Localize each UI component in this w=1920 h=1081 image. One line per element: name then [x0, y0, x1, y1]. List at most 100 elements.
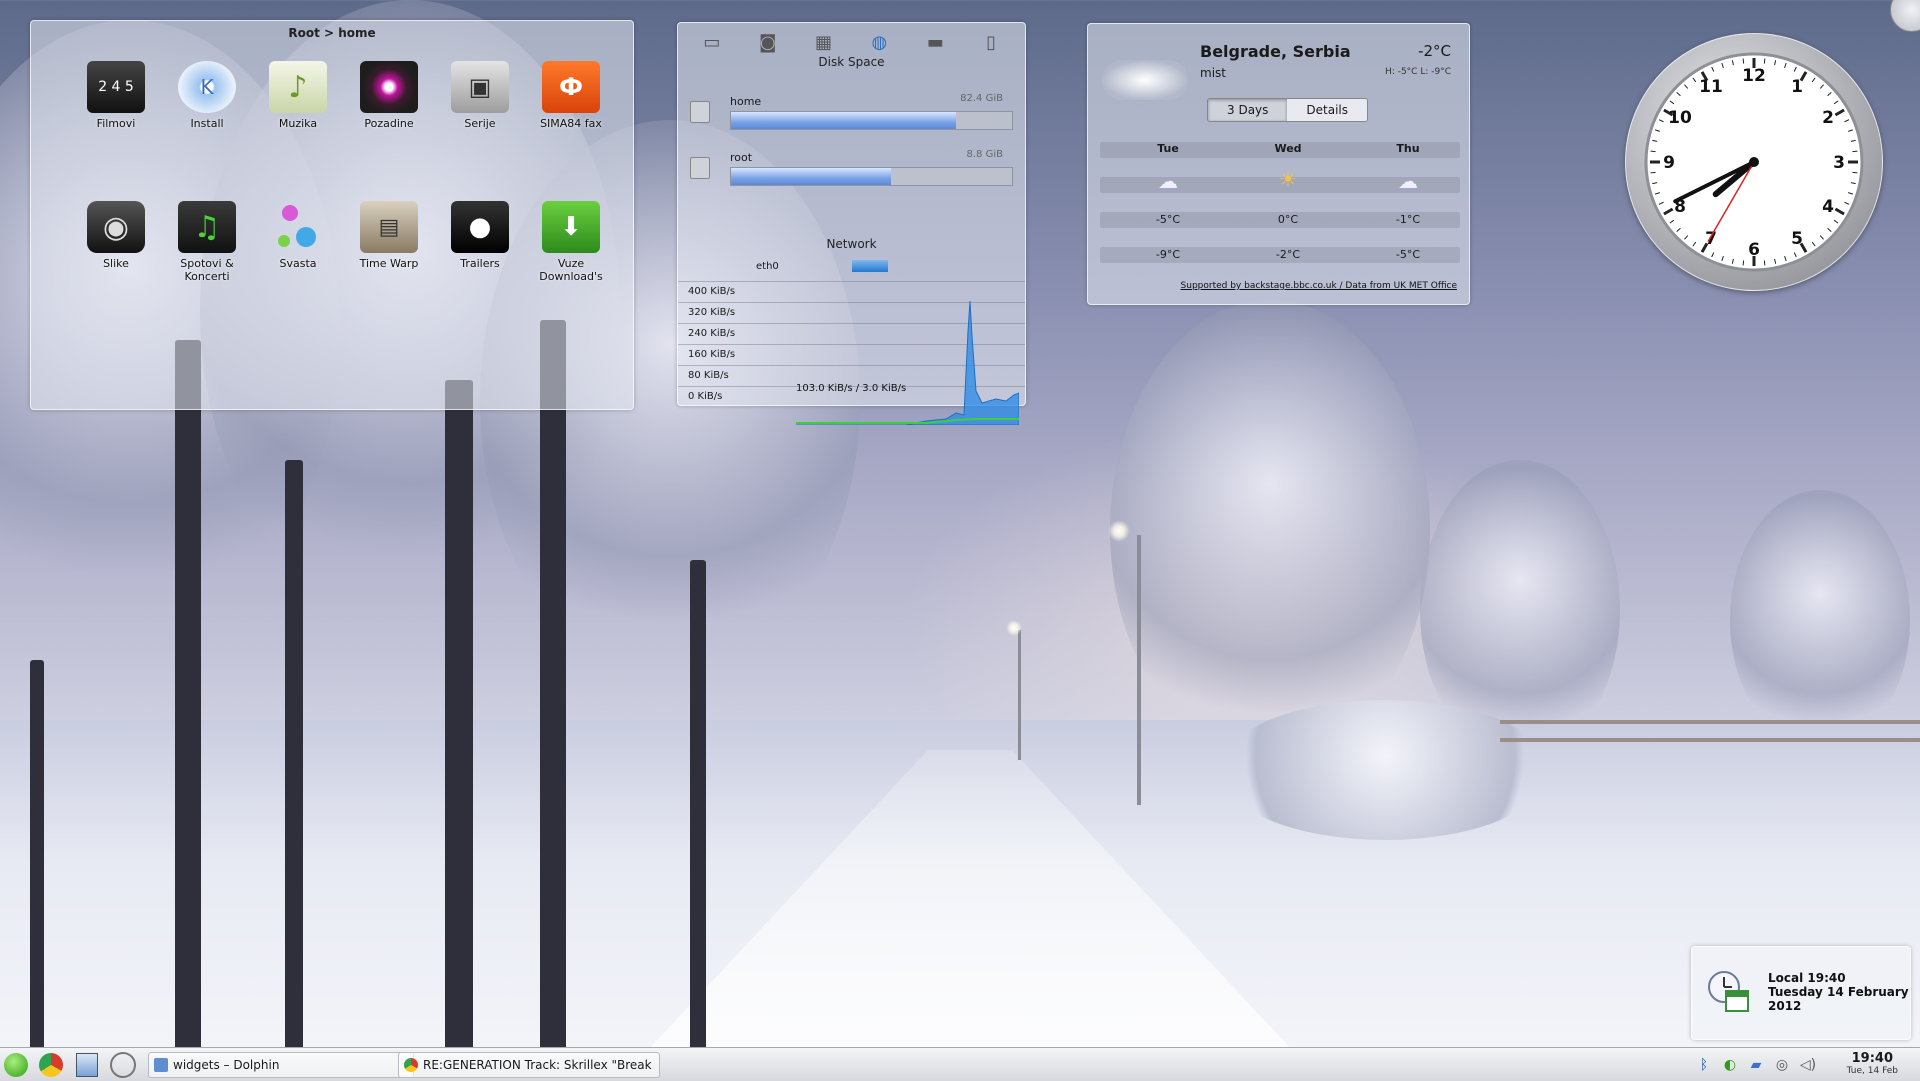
task-dolphin[interactable]: widgets – Dolphin [148, 1052, 414, 1078]
chip-icon[interactable]: ▦ [809, 29, 839, 55]
lamp-post [1018, 630, 1021, 760]
battery-icon[interactable]: ▯ [976, 29, 1006, 55]
task-chrome[interactable]: RE:GENERATION Track: Skrillex "Break [398, 1052, 660, 1078]
eye-icon: ● [360, 61, 418, 113]
tab-3-days[interactable]: 3 Days [1208, 99, 1288, 121]
clock-face: 1212 345 678 91011 [1644, 52, 1864, 272]
disk-name: root [730, 151, 753, 164]
tree-canopy [1730, 490, 1910, 750]
tooltip-text: Local 19:40 Tuesday 14 February 2012 [1768, 971, 1909, 1013]
taskbar-panel: widgets – Dolphin RE:GENERATION Track: S… [0, 1047, 1920, 1081]
snow-cloud-icon: ☁ [1158, 169, 1178, 193]
sun-cloud-icon: ☀ [1279, 167, 1297, 191]
desktop-icon-muzika[interactable]: ♪ Muzika [253, 61, 343, 130]
desktop-icon-pozadine[interactable]: ● Pozadine [344, 61, 434, 130]
install-disc-icon: K [178, 61, 236, 113]
desktop-icon-spotovi[interactable]: ♫ Spotovi & Koncerti [162, 201, 252, 283]
forecast-high-row: -5°C 0°C -1°C [1100, 212, 1460, 228]
disk-usage-bar [730, 111, 1013, 130]
bluetooth-icon[interactable]: ᛒ [1694, 1055, 1714, 1075]
volume-icon[interactable]: ◁) [1798, 1055, 1818, 1075]
desktop-icon-sima84-fax[interactable]: Ф SIMA84 fax [526, 61, 616, 130]
network-icon[interactable] [109, 1052, 137, 1078]
tp-logo-icon: Ф [542, 61, 600, 113]
klipper-icon[interactable]: ◎ [1772, 1055, 1792, 1075]
forecast-icons-row: ☁ ☀ ☁ [1100, 167, 1460, 193]
panel-digital-clock[interactable]: 19:40 Tue, 14 Feb [1847, 1051, 1898, 1076]
desktop-icon-serije[interactable]: ▣ Serije [435, 61, 525, 130]
tree-trunk [285, 460, 303, 1080]
folder-view-widget: Root > home 2 4 5 Filmovi K Install ♪ Mu… [30, 20, 634, 410]
fence [1500, 738, 1920, 742]
svg-text:5: 5 [1791, 229, 1803, 249]
disk-home: home 82.4 GiB [690, 93, 1013, 135]
interface-activity-bar [852, 260, 888, 272]
chrome-icon [404, 1058, 418, 1072]
dolphin-icon [154, 1058, 168, 1072]
file-manager-icon[interactable] [73, 1052, 101, 1078]
forecast-days-row: Tue Wed Thu [1100, 142, 1460, 158]
desktop-icon-time-warp[interactable]: ▤ Time Warp [344, 201, 434, 270]
apple-icon: ● [451, 201, 509, 253]
network-title: Network [826, 237, 877, 251]
svg-text:2: 2 [1822, 108, 1834, 128]
clock-tooltip: Local 19:40 Tuesday 14 February 2012 [1691, 946, 1911, 1040]
weather-temperature: -2°C [1418, 42, 1451, 60]
globe-icon[interactable]: ◍ [864, 29, 894, 55]
weather-city: Belgrade, Serbia [1200, 42, 1351, 61]
tree-trunk [445, 380, 473, 1080]
music-clapper-icon: ♫ [178, 201, 236, 253]
clock-tick [1742, 58, 1745, 64]
svg-text:7: 7 [1705, 229, 1717, 249]
lamp-light [1006, 620, 1022, 636]
updates-icon[interactable]: ▰ [1746, 1055, 1766, 1075]
network-graph [796, 300, 1019, 425]
svg-text:1: 1 [1791, 77, 1803, 97]
desktop-icon-svasta[interactable]: Svasta [253, 201, 343, 270]
svg-text:10: 10 [1668, 108, 1692, 128]
weather-credits-link[interactable]: Supported by backstage.bbc.co.uk / Data … [1088, 281, 1457, 291]
weather-tabs: 3 Days Details [1207, 98, 1369, 122]
desktop-icon-install[interactable]: K Install [162, 61, 252, 130]
weather-condition: mist [1200, 66, 1226, 80]
network-tray-icon[interactable]: ◐ [1720, 1055, 1740, 1075]
interface-name: eth0 [756, 261, 779, 272]
lamp-light [1108, 520, 1130, 542]
disk-usage-bar [730, 167, 1013, 186]
tree-trunk [540, 320, 566, 1080]
drive-icon[interactable]: ▭ [697, 29, 727, 55]
network-current-value: 103.0 KiB/s / 3.0 KiB/s [796, 383, 907, 394]
tree-trunk [175, 340, 201, 1080]
camera-icon: ◉ [87, 201, 145, 253]
tree-trunk [30, 660, 44, 1080]
monitor-tabs: ▭ ◙ ▦ ◍ ▬ ▯ [678, 23, 1025, 55]
tree-trunk [690, 560, 706, 1080]
tree-canopy [1110, 300, 1430, 760]
disk-icon[interactable]: ◙ [753, 29, 783, 55]
hard-disk-icon [690, 157, 710, 179]
kickoff-icon[interactable] [2, 1052, 30, 1078]
analog-clock-widget: 12 1 2 345 678 9 10 11 [1625, 33, 1883, 291]
hard-disk-icon [690, 101, 710, 123]
clock-tick [1650, 171, 1656, 174]
clock-tick [1763, 58, 1766, 64]
disk-root: root 8.8 GiB [690, 149, 1013, 191]
folder-view-title: Root > home [288, 26, 376, 40]
desktop-icon-trailers[interactable]: ● Trailers [435, 201, 525, 270]
mist-icon [1102, 60, 1188, 100]
disk-usage-fill [731, 168, 892, 185]
system-monitor-widget: ▭ ◙ ▦ ◍ ▬ ▯ Disk Space home 82.4 GiB roo… [677, 22, 1026, 425]
snow-cloud-icon: ☁ [1398, 169, 1418, 193]
desktop-icon-filmovi[interactable]: 2 4 5 Filmovi [71, 61, 161, 130]
svg-text:4: 4 [1822, 197, 1834, 217]
desktop-icon-slike[interactable]: ◉ Slike [71, 201, 161, 270]
desktop-icon-vuze[interactable]: ⬇ Vuze Download's [526, 201, 616, 283]
music-folder-icon: ♪ [269, 61, 327, 113]
svg-text:12: 12 [1742, 66, 1766, 86]
tab-details[interactable]: Details [1287, 99, 1368, 121]
clock-tick [1852, 150, 1858, 153]
calendar-clock-icon [1708, 971, 1749, 1012]
display-icon[interactable]: ▬ [920, 29, 950, 55]
chrome-icon[interactable] [37, 1052, 65, 1078]
fence [1500, 720, 1920, 724]
